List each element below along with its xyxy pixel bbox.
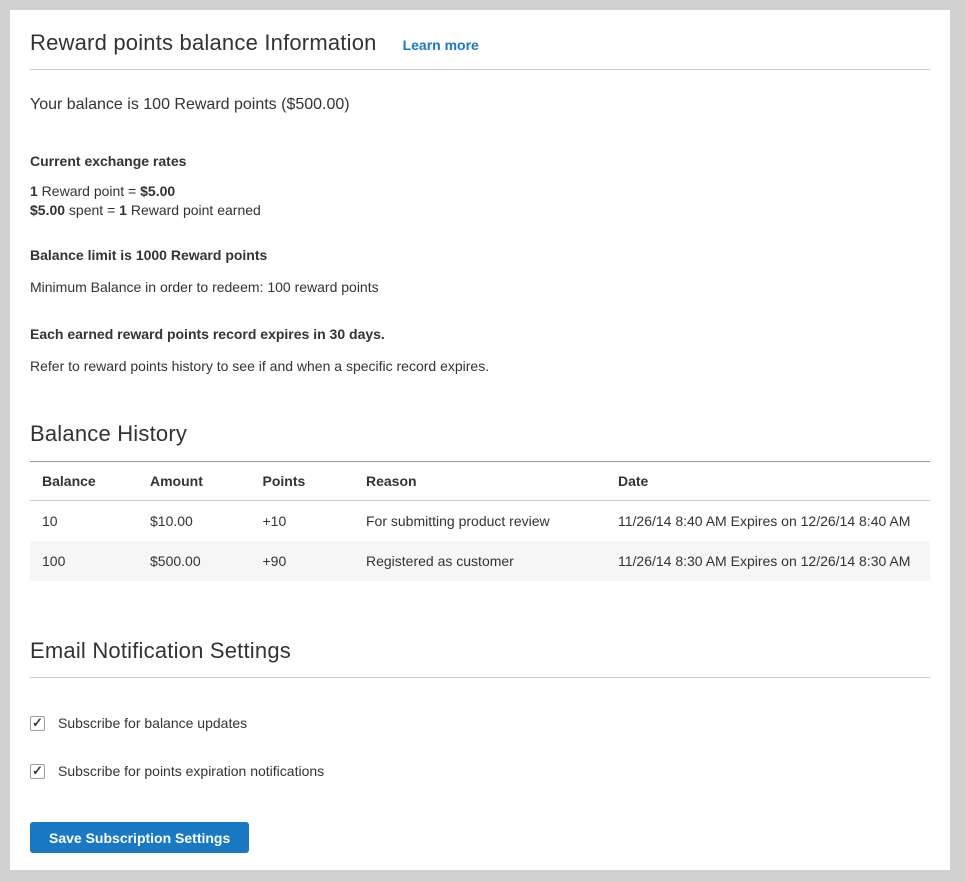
- column-header-balance: Balance: [30, 462, 138, 501]
- exchange-rate-line-1: 1 Reward point = $5.00: [30, 182, 930, 201]
- exchange-rate-line-2: $5.00 spent = 1 Reward point earned: [30, 201, 930, 220]
- rate1-text: Reward point =: [38, 183, 140, 199]
- cell-amount: $10.00: [138, 501, 251, 542]
- column-header-date: Date: [606, 462, 930, 501]
- cell-date: 11/26/14 8:40 AM Expires on 12/26/14 8:4…: [606, 501, 930, 542]
- balance-history-table: Balance Amount Points Reason Date 10 $10…: [30, 461, 930, 581]
- page-header: Reward points balance Information Learn …: [30, 30, 930, 56]
- rate1-points: 1: [30, 183, 38, 199]
- expiration-notifications-label[interactable]: Subscribe for points expiration notifica…: [58, 763, 324, 779]
- expiration-heading: Each earned reward points record expires…: [30, 326, 930, 342]
- column-header-reason: Reason: [354, 462, 606, 501]
- rate2-suffix: Reward point earned: [127, 202, 261, 218]
- balance-updates-checkbox[interactable]: [30, 716, 45, 731]
- exchange-rates-heading: Current exchange rates: [30, 153, 930, 169]
- cell-reason: For submitting product review: [354, 501, 606, 542]
- reward-points-card: Reward points balance Information Learn …: [10, 10, 950, 870]
- expiration-notifications-checkbox[interactable]: [30, 764, 45, 779]
- balance-history-title: Balance History: [30, 421, 930, 447]
- table-header-row: Balance Amount Points Reason Date: [30, 462, 930, 501]
- email-settings-title: Email Notification Settings: [30, 638, 930, 664]
- balance-limit-heading: Balance limit is 1000 Reward points: [30, 247, 930, 263]
- column-header-amount: Amount: [138, 462, 251, 501]
- expiration-notifications-option: Subscribe for points expiration notifica…: [30, 763, 930, 779]
- balance-updates-option: Subscribe for balance updates: [30, 715, 930, 731]
- learn-more-link[interactable]: Learn more: [403, 37, 479, 53]
- cell-reason: Registered as customer: [354, 541, 606, 581]
- cell-date: 11/26/14 8:30 AM Expires on 12/26/14 8:3…: [606, 541, 930, 581]
- exchange-rates-lines: 1 Reward point = $5.00 $5.00 spent = 1 R…: [30, 182, 930, 220]
- minimum-balance-note: Minimum Balance in order to redeem: 100 …: [30, 279, 930, 295]
- header-divider: [30, 69, 930, 70]
- balance-updates-label[interactable]: Subscribe for balance updates: [58, 715, 247, 731]
- balance-summary: Your balance is 100 Reward points ($500.…: [30, 96, 930, 114]
- cell-amount: $500.00: [138, 541, 251, 581]
- column-header-points: Points: [251, 462, 355, 501]
- cell-balance: 10: [30, 501, 138, 542]
- cell-points: +90: [251, 541, 355, 581]
- rate2-value: $5.00: [30, 202, 65, 218]
- save-subscription-settings-button[interactable]: Save Subscription Settings: [30, 822, 249, 853]
- rate1-value: $5.00: [140, 183, 175, 199]
- page-title: Reward points balance Information: [30, 30, 377, 56]
- expiration-note: Refer to reward points history to see if…: [30, 358, 930, 374]
- rate2-text: spent =: [65, 202, 119, 218]
- table-row: 10 $10.00 +10 For submitting product rev…: [30, 501, 930, 542]
- email-settings-divider: [30, 677, 930, 678]
- cell-balance: 100: [30, 541, 138, 581]
- table-row: 100 $500.00 +90 Registered as customer 1…: [30, 541, 930, 581]
- cell-points: +10: [251, 501, 355, 542]
- rate2-points: 1: [119, 202, 127, 218]
